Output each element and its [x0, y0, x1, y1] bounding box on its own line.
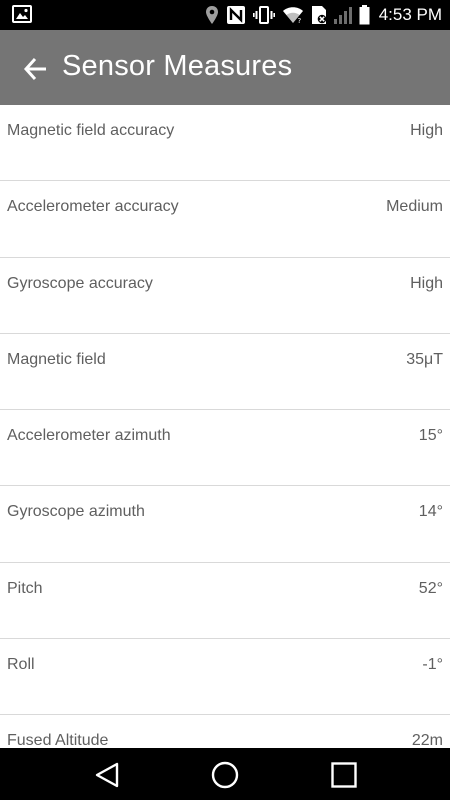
page-title: Sensor Measures [62, 50, 293, 82]
image-icon [12, 5, 32, 23]
no-sim-icon [311, 5, 327, 25]
list-item-accelerometer-azimuth[interactable]: Accelerometer azimuth 15° [0, 410, 450, 487]
measures-list[interactable]: Magnetic field accuracy High Acceleromet… [0, 105, 450, 748]
list-item-value: 52° [418, 579, 443, 597]
nav-home-button[interactable] [210, 760, 240, 790]
list-item-value: -1° [422, 656, 443, 674]
vibrate-icon [252, 5, 275, 25]
list-item-label: Gyroscope azimuth [7, 503, 145, 521]
list-item-value: High [410, 122, 443, 139]
list-item-label: Accelerometer accuracy [7, 198, 179, 216]
list-item-pitch[interactable]: Pitch 52° [0, 563, 450, 640]
nav-recent-icon [330, 761, 358, 789]
battery-icon [359, 5, 370, 25]
list-item-accelerometer-accuracy[interactable]: Accelerometer accuracy Medium [0, 181, 450, 258]
list-item-fused-altitude[interactable]: Fused Altitude 22m [0, 715, 450, 748]
back-button[interactable] [22, 55, 50, 83]
svg-text:?: ? [297, 17, 301, 24]
list-item-magnetic-field[interactable]: Magnetic field 35μT [0, 334, 450, 411]
wifi-icon: ? [282, 6, 304, 24]
list-item-label: Roll [7, 656, 35, 674]
list-item-value: 35μT [406, 350, 443, 368]
nfc-icon [226, 5, 246, 25]
list-item-value: High [410, 274, 443, 292]
status-bar: ? 4:53 PM [0, 0, 450, 30]
list-item-roll[interactable]: Roll -1° [0, 639, 450, 716]
arrow-back-icon [23, 56, 49, 82]
list-item-label: Magnetic field accuracy [7, 122, 175, 139]
list-item-label: Gyroscope accuracy [7, 274, 153, 292]
list-item-label: Accelerometer azimuth [7, 427, 171, 445]
location-icon [205, 5, 219, 25]
list-item-label: Pitch [7, 579, 43, 597]
status-icons: ? 4:53 PM [205, 0, 442, 30]
list-item-value: 15° [418, 427, 443, 445]
list-item-magnetic-field-accuracy[interactable]: Magnetic field accuracy High [0, 105, 450, 182]
list-item-label: Magnetic field [7, 350, 106, 368]
list-item-value: 22m [411, 732, 443, 748]
list-item-gyroscope-azimuth[interactable]: Gyroscope azimuth 14° [0, 486, 450, 563]
list-item-gyroscope-accuracy[interactable]: Gyroscope accuracy High [0, 258, 450, 334]
nav-back-button[interactable] [92, 760, 122, 790]
nav-recent-button[interactable] [329, 760, 359, 790]
status-time: 4:53 PM [378, 5, 442, 24]
signal-icon [333, 6, 352, 24]
navigation-bar [0, 748, 450, 800]
app-bar: Sensor Measures [0, 30, 450, 105]
nav-home-icon [211, 761, 239, 789]
list-item-value: 14° [418, 503, 443, 521]
list-item-value: Medium [386, 198, 443, 216]
nav-back-icon [93, 761, 121, 789]
list-item-label: Fused Altitude [7, 732, 109, 748]
